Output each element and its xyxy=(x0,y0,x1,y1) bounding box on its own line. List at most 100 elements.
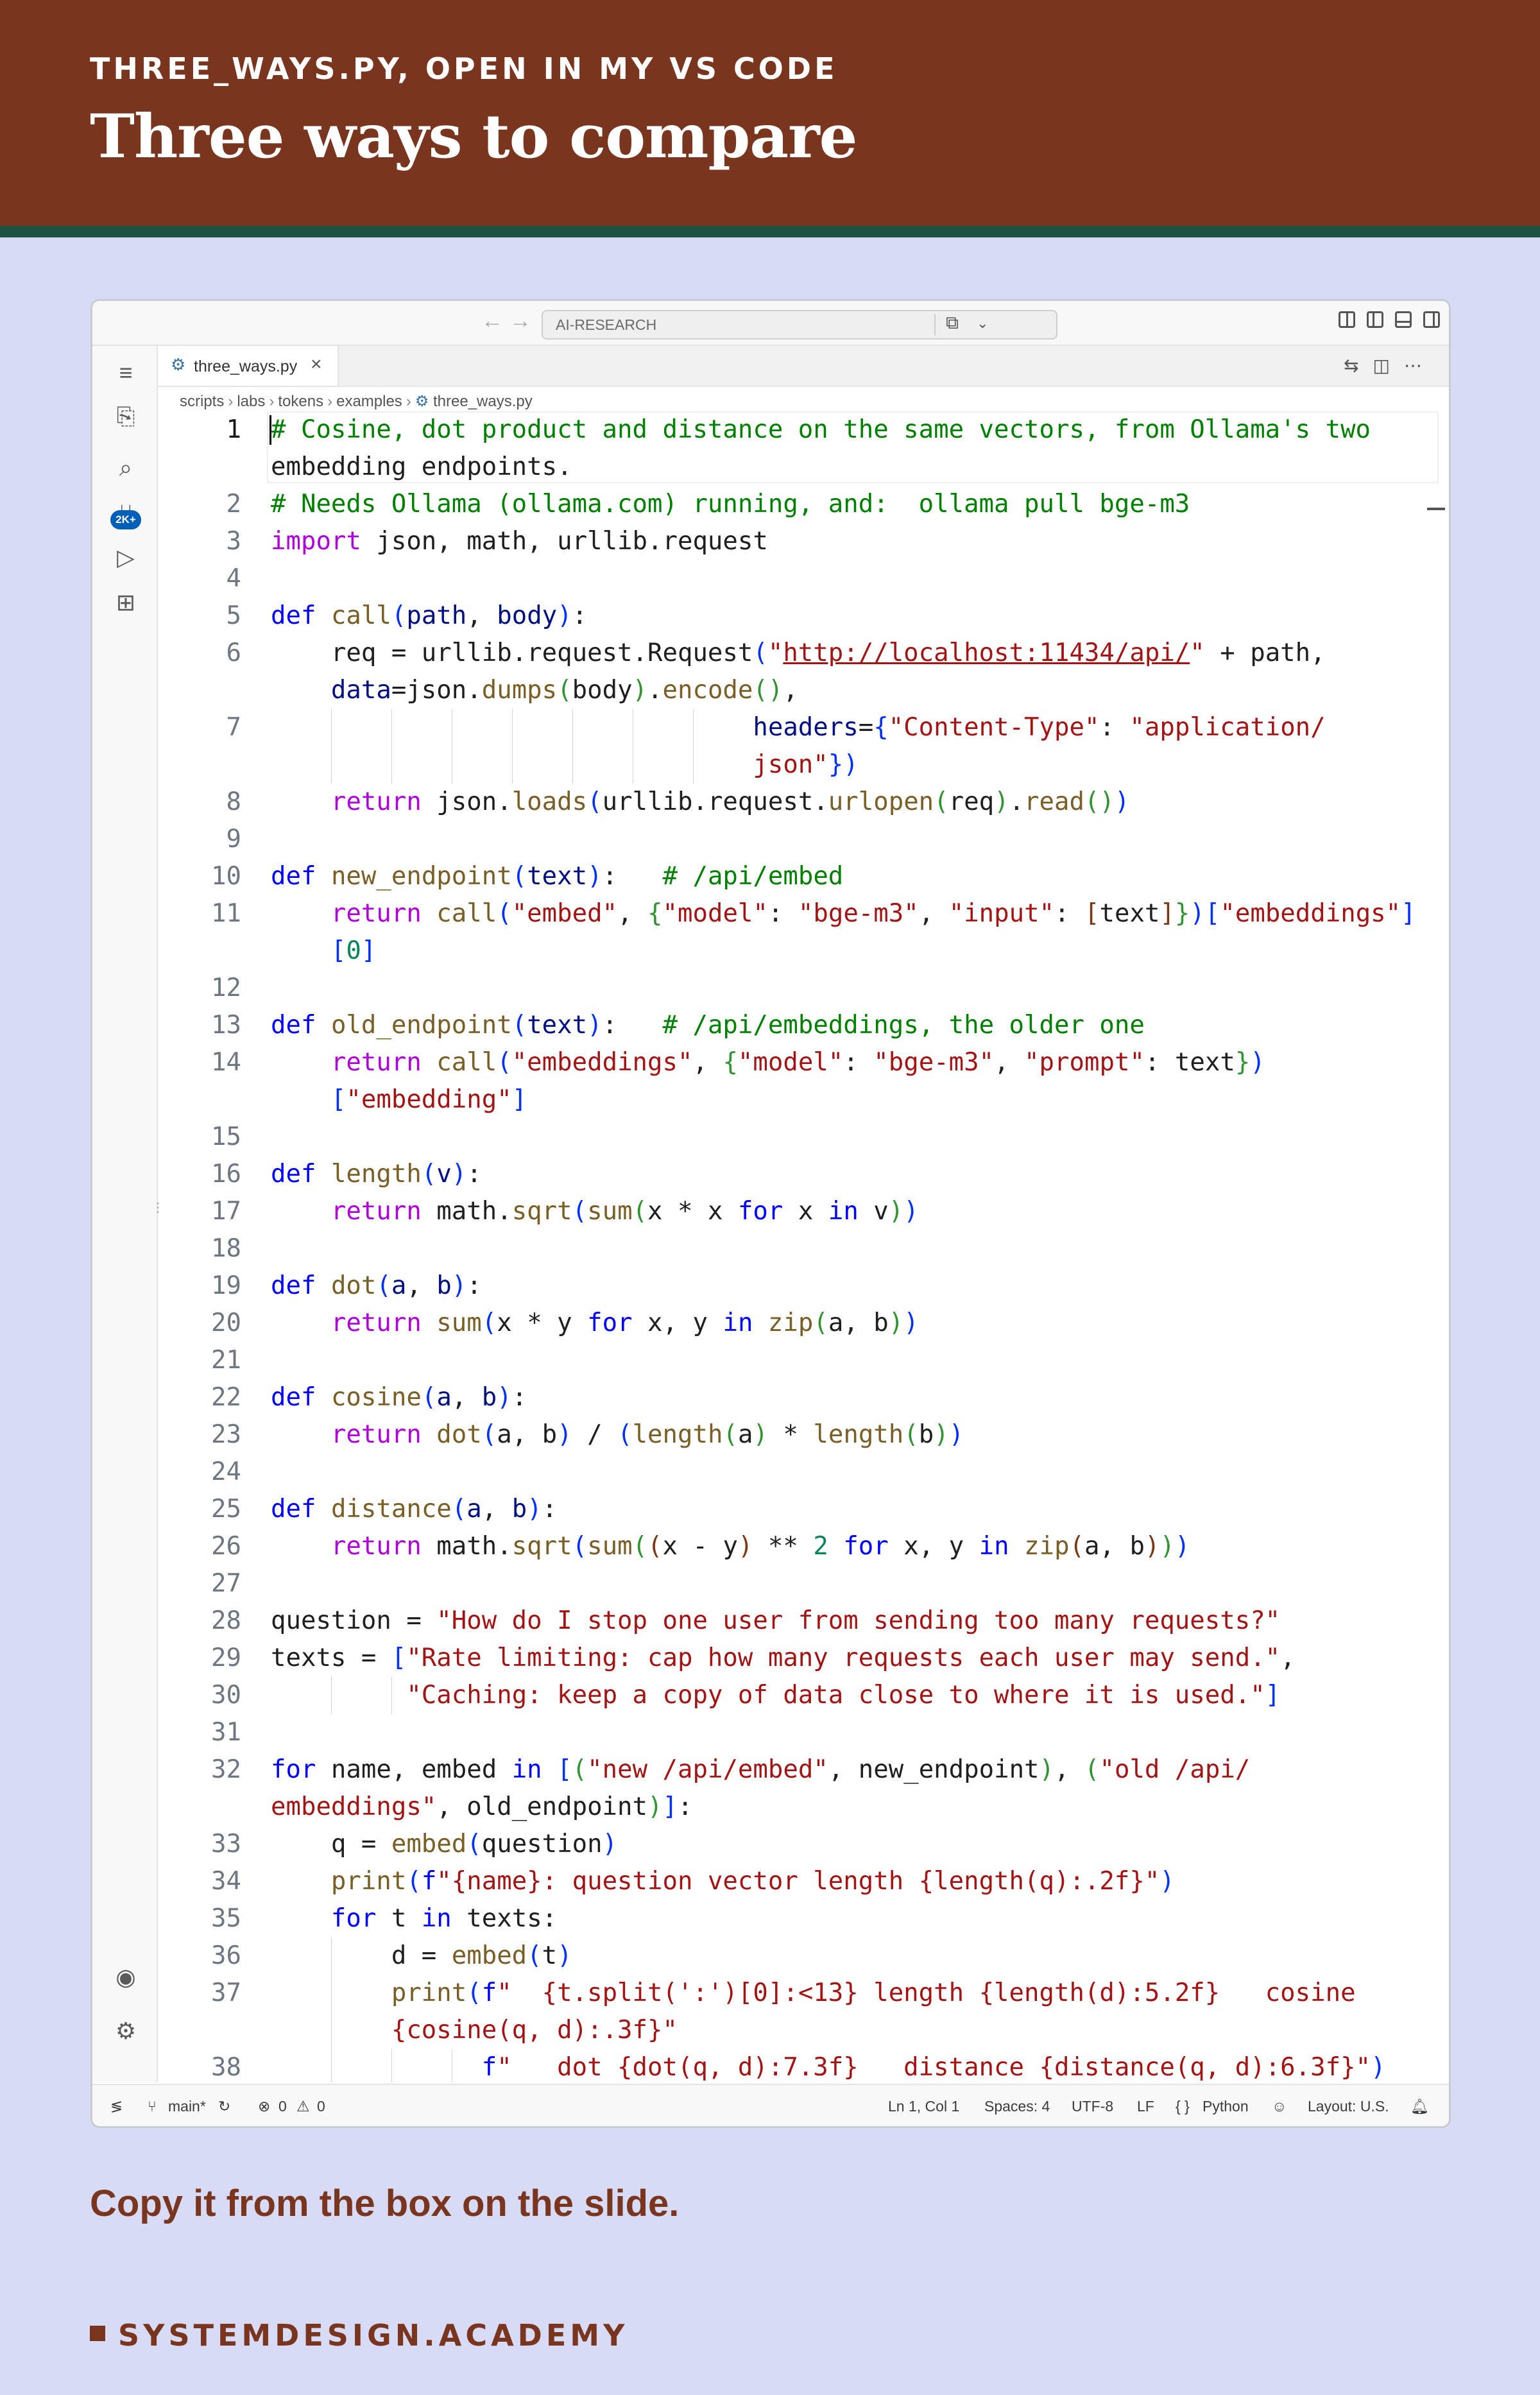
code-editor[interactable]: 1 # Cosine, dot product and distance on t… xyxy=(158,411,1449,2082)
line-number: 24 xyxy=(211,1457,241,1486)
run-debug-icon[interactable]: ▷ xyxy=(112,544,140,572)
chevron-right-icon: › xyxy=(406,393,411,410)
code-line: 36 d = embed(t) xyxy=(158,1937,1449,1975)
warning-count[interactable]: 0 xyxy=(317,2098,325,2115)
line-number: 35 xyxy=(211,1904,241,1933)
header-stripe xyxy=(0,226,1540,237)
sync-icon[interactable]: ↻ xyxy=(218,2098,230,2115)
code-text: embedding endpoints. xyxy=(271,452,572,481)
gear-icon[interactable]: ⚙ xyxy=(112,2017,140,2045)
branch-name[interactable]: main* xyxy=(168,2098,206,2115)
code-line: 32 for name, embed in [("new /api/embed",… xyxy=(158,1751,1449,1789)
code-line: 18 xyxy=(158,1230,1449,1267)
line-number: 9 xyxy=(226,825,241,854)
line-number: 4 xyxy=(226,564,241,593)
explorer-icon[interactable]: ⎘ xyxy=(112,402,140,431)
customize-layout-icon[interactable] xyxy=(1339,311,1355,328)
more-actions-icon[interactable]: ⋯ xyxy=(1404,356,1436,375)
keyboard-layout[interactable]: Layout: U.S. xyxy=(1308,2098,1389,2115)
bell-icon[interactable]: 🔔︎ xyxy=(1410,2098,1429,2115)
status-bar: ≶ ⑂ main* ↻ ⊗ 0 ⚠ 0 Ln 1, Col 1 Spaces: … xyxy=(92,2084,1449,2126)
line-number: 5 xyxy=(226,601,241,630)
line-number: 17 xyxy=(211,1197,241,1226)
code-text: headers={"Content-Type": "application/ xyxy=(753,713,1326,742)
code-line: 19 def dot(a, b): xyxy=(158,1267,1449,1305)
close-icon[interactable]: × xyxy=(311,354,322,375)
error-count[interactable]: 0 xyxy=(278,2098,287,2115)
line-number: 18 xyxy=(211,1234,241,1263)
encoding[interactable]: UTF-8 xyxy=(1072,2098,1113,2115)
toggle-secondary-sidebar-icon[interactable] xyxy=(1423,311,1440,328)
code-text: f" dot {dot(q, d):7.3f} distance {distan… xyxy=(481,2053,1386,2082)
line-number: 6 xyxy=(226,639,241,667)
line-number: 1 xyxy=(226,415,241,444)
indentation[interactable]: Spaces: 4 xyxy=(984,2098,1050,2115)
code-line: ["embedding"] xyxy=(158,1081,1449,1119)
code-text: q = embed(question) xyxy=(271,1830,618,1858)
code-text: def cosine(a, b): xyxy=(271,1383,527,1412)
vscode-window: ← → AI-RESEARCH ⧉ ⌄ ≡ ⎘ ⌕ ⑂ 2K+ ▷ ⊞ ◉ ⚙ … xyxy=(90,299,1451,2128)
footer-square xyxy=(90,2326,105,2341)
code-line: 10 def new_endpoint(text): # /api/embed xyxy=(158,858,1449,895)
menu-icon[interactable]: ≡ xyxy=(112,359,140,387)
code-text: [0] xyxy=(330,936,377,965)
code-text: def call(path, body): xyxy=(271,601,588,630)
branch-icon[interactable]: ⑂ xyxy=(148,2098,157,2115)
error-icon[interactable]: ⊗ xyxy=(258,2098,270,2115)
remote-icon[interactable]: ≶ xyxy=(110,2098,123,2115)
search-icon[interactable]: ⌕ xyxy=(112,454,140,482)
chevron-down-icon[interactable]: ⌄ xyxy=(977,315,988,332)
toggle-panel-icon[interactable] xyxy=(1395,311,1412,328)
editor-tab-bar: ⚙ three_ways.py × ⇆◫⋯ xyxy=(158,346,1449,387)
breadcrumb-item[interactable]: three_ways.py xyxy=(433,393,533,410)
breadcrumb-item[interactable]: examples xyxy=(336,393,402,410)
editor-actions[interactable]: ⇆◫⋯ xyxy=(1344,355,1436,376)
line-number: 25 xyxy=(211,1495,241,1524)
code-text: def new_endpoint(text): # /api/embed xyxy=(271,862,844,891)
breadcrumb-item[interactable]: scripts xyxy=(180,393,224,410)
text-cursor xyxy=(270,415,271,445)
line-number: 38 xyxy=(211,2053,241,2082)
warning-icon[interactable]: ⚠ xyxy=(296,2098,310,2115)
tab-three-ways[interactable]: ⚙ three_ways.py × xyxy=(158,346,339,386)
breadcrumb-item[interactable]: labs xyxy=(237,393,265,410)
line-number: 7 xyxy=(226,713,241,742)
code-line: 26 return math.sqrt(sum((x - y) ** 2 for… xyxy=(158,1528,1449,1565)
end-of-line[interactable]: LF xyxy=(1137,2098,1154,2115)
chevron-right-icon: › xyxy=(269,393,275,410)
command-center[interactable]: AI-RESEARCH ⧉ ⌄ xyxy=(542,310,1057,339)
copilot-status-icon[interactable]: ☺ xyxy=(1272,2098,1287,2115)
code-line: 31 xyxy=(158,1714,1449,1751)
code-text: d = embed(t) xyxy=(271,1941,572,1970)
braces-icon: { } xyxy=(1176,2098,1190,2115)
line-number: 30 xyxy=(211,1681,241,1710)
language-mode[interactable]: Python xyxy=(1202,2098,1249,2115)
code-line: 25 def distance(a, b): xyxy=(158,1491,1449,1528)
python-file-icon: ⚙ xyxy=(171,355,186,374)
code-text: json"}) xyxy=(271,750,859,779)
split-editor-icon[interactable]: ◫ xyxy=(1373,356,1404,375)
code-text: {cosine(q, d):.3f}" xyxy=(271,2016,678,2045)
back-arrow-icon[interactable]: ← xyxy=(481,309,503,334)
code-text: ["embedding"] xyxy=(330,1085,527,1114)
forward-arrow-icon[interactable]: → xyxy=(509,309,531,334)
copilot-icon[interactable]: ⧉ xyxy=(946,313,959,334)
code-text: return dot(a, b) / (length(a) * length(b… xyxy=(330,1420,964,1449)
code-text: return call("embed", {"model": "bge-m3",… xyxy=(330,899,1416,928)
breadcrumb-item[interactable]: tokens xyxy=(278,393,323,410)
toggle-primary-sidebar-icon[interactable] xyxy=(1367,311,1383,328)
line-number: 2 xyxy=(226,490,241,519)
extensions-icon[interactable]: ⊞ xyxy=(112,588,140,617)
account-icon[interactable]: ◉ xyxy=(112,1963,140,1991)
code-line: 22 def cosine(a, b): xyxy=(158,1379,1449,1416)
code-line: data=json.dumps(body).encode(), xyxy=(158,672,1449,709)
code-text: for name, embed in [("new /api/embed", n… xyxy=(271,1755,1251,1784)
cursor-position[interactable]: Ln 1, Col 1 xyxy=(888,2098,959,2115)
code-line: 38 f" dot {dot(q, d):7.3f} distance {dis… xyxy=(158,2049,1449,2082)
line-number: 14 xyxy=(211,1048,241,1077)
code-line: 1 # Cosine, dot product and distance on t… xyxy=(158,411,1449,449)
code-text: texts = ["Rate limiting: cap how many re… xyxy=(271,1644,1296,1672)
code-text: # Cosine, dot product and distance on th… xyxy=(271,415,1371,444)
compare-changes-icon[interactable]: ⇆ xyxy=(1344,356,1373,375)
code-line: [0] xyxy=(158,932,1449,970)
